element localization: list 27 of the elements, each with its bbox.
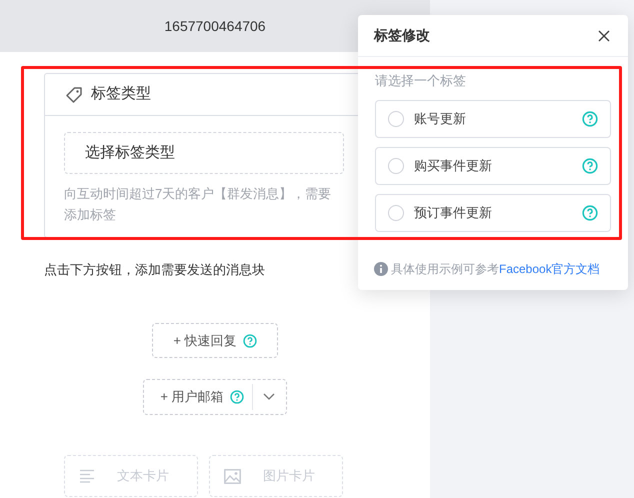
help-icon — [230, 390, 244, 404]
tag-option[interactable]: 预订事件更新 — [375, 194, 611, 232]
prompt-text: 请选择一个标签 — [374, 72, 467, 90]
radio-button[interactable] — [388, 158, 404, 174]
footer-text: 具体使用示例可参考 — [391, 262, 499, 276]
quick-reply-button[interactable]: + 快速回复 — [152, 323, 278, 358]
tag-option[interactable]: 购买事件更新 — [375, 146, 611, 184]
radio-button[interactable] — [388, 204, 404, 220]
hint-text: 向互动时间超过7天的客户【群发消息】，需要添加标签 — [64, 185, 332, 224]
instruction-text: 点击下方按钮，添加需要发送的消息块 — [44, 261, 265, 279]
caret-icon — [263, 393, 276, 401]
image-icon — [224, 468, 241, 484]
tag-icon — [65, 86, 83, 104]
radio-button[interactable] — [388, 110, 404, 126]
lines-icon — [79, 469, 95, 483]
help-icon — [242, 334, 257, 348]
card-title: 标签类型 — [91, 84, 151, 104]
help-icon — [582, 158, 598, 174]
close-button[interactable] — [596, 28, 612, 44]
header-title: 1657700464706 — [164, 16, 266, 36]
help-icon — [582, 110, 598, 126]
popover-title: 标签修改 — [374, 26, 430, 45]
info-icon — [374, 262, 388, 276]
help-icon — [582, 204, 598, 220]
tag-option[interactable]: 账号更新 — [375, 100, 611, 138]
docs-link[interactable]: Facebook官方文档 — [499, 262, 600, 276]
tag-type-select[interactable]: 选择标签类型 — [64, 132, 344, 174]
